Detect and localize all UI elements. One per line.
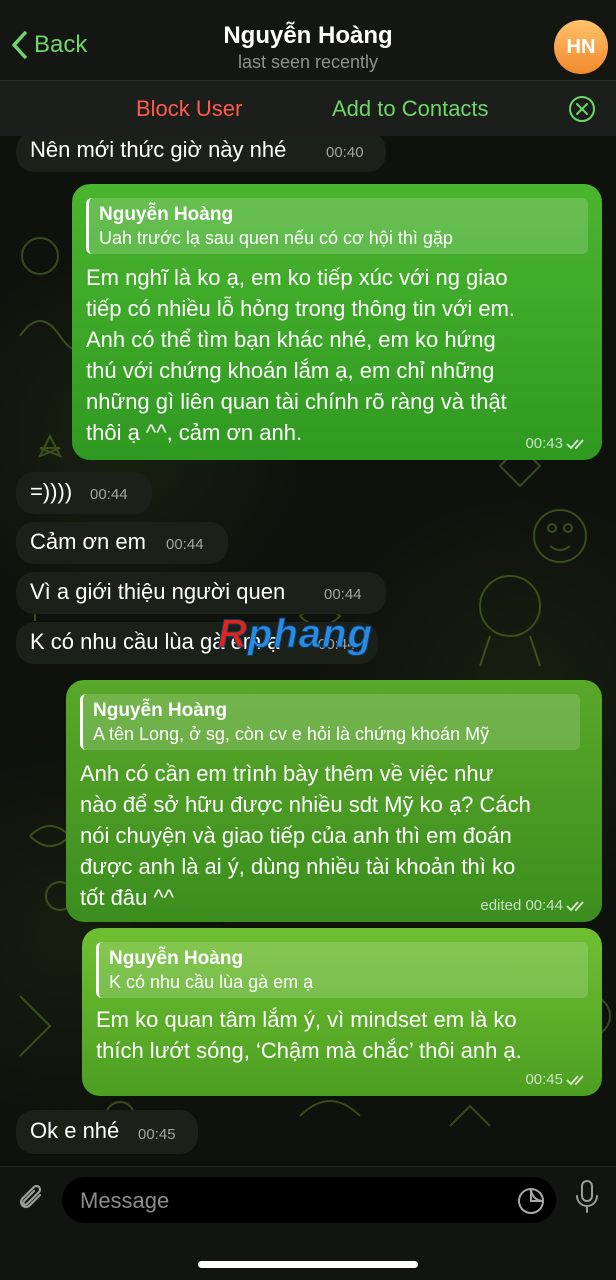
reply-quote[interactable]: Nguyễn Hoàng Uah trước lạ sau quen nếu c…	[86, 198, 588, 254]
message-time: edited 00:44	[480, 897, 563, 914]
message-text: =))))	[30, 479, 73, 504]
message-time: 00:45	[138, 1126, 176, 1143]
double-check-icon	[566, 438, 584, 449]
reply-author: Nguyễn Hoàng	[93, 700, 228, 721]
microphone-icon	[576, 1180, 598, 1213]
outgoing-message[interactable]: Nguyễn Hoàng Uah trước lạ sau quen nếu c…	[72, 184, 602, 460]
outgoing-message[interactable]: Nguyễn Hoàng A tên Long, ở sg, còn cv e …	[66, 680, 602, 922]
message-line: những gì liên quan tài chính rõ ràng và …	[86, 389, 507, 414]
message-text: Ok e nhé	[30, 1118, 120, 1143]
message-time: 00:40	[326, 144, 364, 161]
incoming-message[interactable]: Ok e nhé 00:45	[16, 1110, 198, 1154]
block-user-button[interactable]: Block User	[136, 96, 242, 122]
last-seen-status: last seen recently	[237, 52, 379, 72]
reply-quote[interactable]: Nguyễn Hoàng A tên Long, ở sg, còn cv e …	[80, 694, 580, 750]
message-line: nói chuyện và giao tiếp của anh thì em đ…	[80, 823, 512, 848]
add-to-contacts-button[interactable]: Add to Contacts	[332, 96, 489, 122]
composer-bar: Message	[0, 1166, 616, 1280]
contact-name[interactable]: Nguyễn Hoàng	[0, 22, 616, 50]
message-list[interactable]: Nên mới thức giờ này nhé 00:40 Nguyễn Ho…	[0, 136, 616, 1166]
reply-author: Nguyễn Hoàng	[109, 948, 244, 969]
message-line: tốt đâu ^^	[80, 885, 175, 910]
message-line: thú với chứng khoán lắm ạ, em chỉ những	[86, 358, 495, 383]
message-time: 00:44	[324, 586, 362, 603]
message-line: Anh có thể tìm bạn khác nhé, em ko hứng	[86, 327, 496, 352]
voice-record-button[interactable]	[574, 1179, 600, 1220]
chat-header: Back Nguyễn Hoàng last seen recently HN	[0, 0, 616, 80]
reply-text: A tên Long, ở sg, còn cv e hỏi là chứng …	[93, 724, 490, 744]
message-text: Nên mới thức giờ này nhé	[30, 137, 287, 162]
watermark-rest: phang	[247, 612, 373, 657]
message-time: 00:43	[525, 435, 563, 452]
message-text: Cảm ơn em	[30, 529, 146, 554]
message-body: Em nghĩ là ko ạ, em ko tiếp xúc với ng g…	[86, 262, 515, 448]
message-time: 00:44	[166, 536, 204, 553]
message-body: Anh có cần em trình bày thêm về việc như…	[80, 758, 531, 913]
message-line: nào để sở hữu được nhiều sdt Mỹ ko ạ? Cá…	[80, 792, 531, 817]
close-bar-button[interactable]	[568, 95, 596, 128]
message-line: thôi ạ ^^, cảm ơn anh.	[86, 420, 303, 445]
message-body: Em ko quan tâm lắm ý, vì mindset em là k…	[96, 1004, 522, 1066]
message-line: thích lướt sóng, ‘Chậm mà chắc’ thôi anh…	[96, 1038, 522, 1063]
attach-button[interactable]	[16, 1181, 48, 1222]
reply-text: Uah trước lạ sau quen nếu có cơ hội thì …	[99, 228, 453, 248]
message-time: 00:44	[90, 486, 128, 503]
message-meta: 00:45	[525, 1071, 588, 1088]
incoming-message[interactable]: Vì a giới thiệu người quen 00:44	[16, 572, 386, 614]
incoming-message[interactable]: Nên mới thức giờ này nhé 00:40	[16, 136, 386, 172]
watermark-logo: Rphang	[218, 612, 373, 657]
sticker-icon	[518, 1188, 544, 1214]
avatar[interactable]: HN	[554, 20, 608, 74]
close-circle-icon	[569, 96, 595, 122]
avatar-initials: HN	[566, 35, 596, 58]
message-line: Anh có cần em trình bày thêm về việc như	[80, 761, 494, 786]
incoming-message[interactable]: =)))) 00:44	[16, 472, 152, 514]
message-line: được anh là ai ý, dùng nhiều tài khoản t…	[80, 854, 516, 879]
message-input[interactable]: Message	[62, 1177, 556, 1223]
reply-quote[interactable]: Nguyễn Hoàng K có nhu cầu lùa gà em ạ	[96, 942, 588, 998]
reply-text: K có nhu cầu lùa gà em ạ	[109, 972, 314, 992]
sticker-button[interactable]	[516, 1186, 546, 1221]
message-time: 00:45	[525, 1071, 563, 1088]
home-indicator	[198, 1261, 418, 1268]
message-placeholder: Message	[80, 1188, 170, 1213]
paperclip-icon	[19, 1184, 42, 1209]
reply-author: Nguyễn Hoàng	[99, 204, 234, 225]
message-line: Em ko quan tâm lắm ý, vì mindset em là k…	[96, 1007, 517, 1032]
message-meta: 00:43	[525, 435, 588, 452]
message-line: Em nghĩ là ko ạ, em ko tiếp xúc với ng g…	[86, 265, 508, 290]
outgoing-message[interactable]: Nguyễn Hoàng K có nhu cầu lùa gà em ạ Em…	[82, 928, 602, 1096]
message-text: Vì a giới thiệu người quen	[30, 579, 286, 604]
double-check-icon	[566, 1074, 584, 1085]
message-line: tiếp có nhiều lỗ hỏng trong thông tin vớ…	[86, 296, 516, 321]
incoming-message[interactable]: Cảm ơn em 00:44	[16, 522, 228, 564]
double-check-icon	[566, 900, 584, 911]
watermark-initial: R	[218, 612, 248, 657]
contact-action-bar: Block User Add to Contacts	[0, 80, 616, 136]
message-meta: edited 00:44	[480, 897, 588, 914]
